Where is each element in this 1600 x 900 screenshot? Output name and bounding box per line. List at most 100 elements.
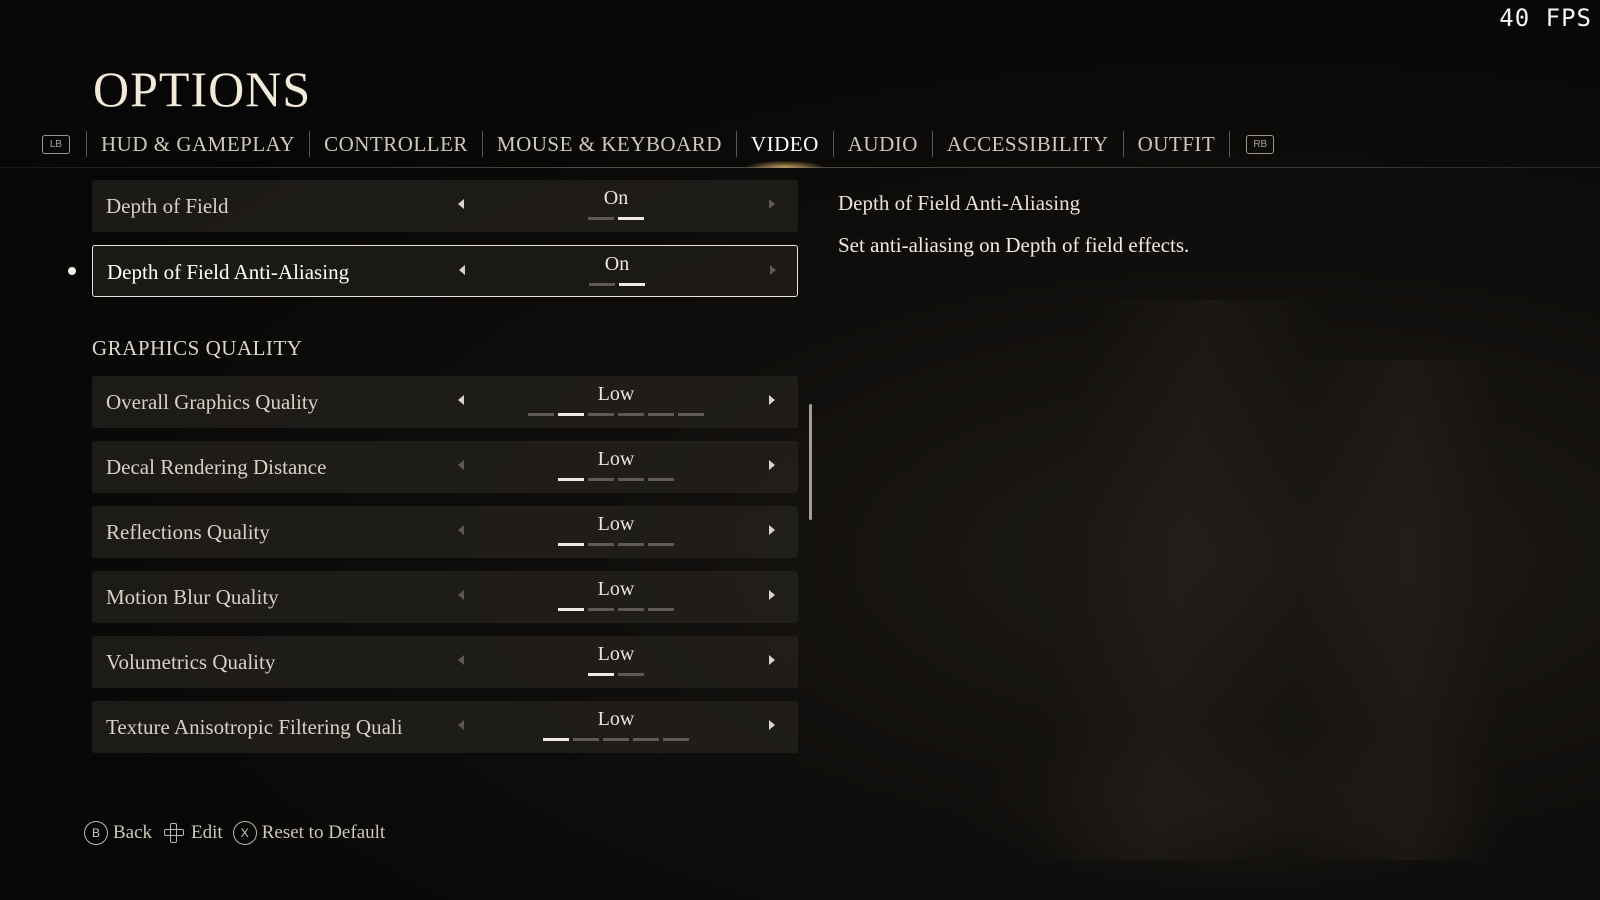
setting-value: Low <box>597 708 635 730</box>
tab-controller[interactable]: CONTROLLER <box>310 132 482 157</box>
value-pip <box>648 608 674 611</box>
value-pips <box>588 673 644 676</box>
arrow-left-icon[interactable] <box>458 460 464 470</box>
value-pip <box>619 283 645 286</box>
arrow-left-icon[interactable] <box>458 590 464 600</box>
setting-value: Low <box>597 643 635 665</box>
rb-bumper-icon[interactable]: RB <box>1246 134 1275 154</box>
value-pip <box>603 738 629 741</box>
edit-prompt[interactable]: Edit <box>162 821 223 845</box>
value-pip <box>618 608 644 611</box>
setting-label: Volumetrics Quality <box>106 650 276 674</box>
value-pip <box>663 738 689 741</box>
tab-outfit[interactable]: OUTFIT <box>1124 132 1230 157</box>
setting-value: Low <box>597 513 635 535</box>
button-prompts: B Back Edit X Reset to Default <box>84 820 395 846</box>
arrow-right-icon[interactable] <box>769 199 775 209</box>
page-title: OPTIONS <box>93 61 312 117</box>
edit-label: Edit <box>191 822 223 843</box>
setting-label: Depth of Field Anti-Aliasing <box>107 260 350 284</box>
tab-separator <box>1229 131 1231 157</box>
arrow-right-icon[interactable] <box>769 525 775 535</box>
tab-video[interactable]: VIDEO <box>737 132 833 168</box>
setting-row-decal-rendering-distance[interactable]: Decal Rendering Distance Low <box>92 441 798 493</box>
value-pip <box>558 478 584 481</box>
value-pip <box>588 217 614 220</box>
x-button-icon: X <box>232 821 257 845</box>
reset-label: Reset to Default <box>261 822 386 843</box>
setting-row-reflections-quality[interactable]: Reflections Quality Low <box>92 506 798 558</box>
value-pips <box>558 478 674 481</box>
value-pips <box>558 543 674 546</box>
value-pip <box>588 478 614 481</box>
arrow-right-icon[interactable] <box>769 460 775 470</box>
value-pip <box>648 478 674 481</box>
setting-value: Low <box>597 578 635 600</box>
value-pips <box>588 217 644 220</box>
arrow-left-icon[interactable] <box>458 655 464 665</box>
tab-bar: LB HUD & GAMEPLAY CONTROLLER MOUSE & KEY… <box>42 128 1275 168</box>
scrollbar[interactable] <box>809 404 812 520</box>
back-prompt[interactable]: B Back <box>84 821 152 845</box>
tab-mouse-keyboard[interactable]: MOUSE & KEYBOARD <box>483 132 736 157</box>
b-button-icon: B <box>84 821 108 845</box>
value-pip <box>588 608 614 611</box>
back-label: Back <box>113 822 153 843</box>
description-title: Depth of Field Anti-Aliasing <box>838 191 1081 215</box>
arrow-right-icon[interactable] <box>770 265 776 275</box>
value-pip <box>558 413 584 416</box>
value-pips <box>558 608 674 611</box>
value-pip <box>588 413 614 416</box>
arrow-left-icon[interactable] <box>458 199 464 209</box>
setting-value: Low <box>597 448 635 470</box>
setting-row-volumetrics-quality[interactable]: Volumetrics Quality Low <box>92 636 798 688</box>
value-pip <box>618 478 644 481</box>
background-glow <box>960 720 1520 900</box>
value-pip <box>618 673 644 676</box>
value-pip <box>588 673 614 676</box>
setting-value: On <box>604 253 630 275</box>
setting-row-depth-of-field-anti-aliasing[interactable]: Depth of Field Anti-Aliasing On <box>92 245 798 297</box>
value-pip <box>618 543 644 546</box>
arrow-right-icon[interactable] <box>769 590 775 600</box>
background-glow <box>1300 360 1500 860</box>
setting-row-depth-of-field[interactable]: Depth of Field On <box>92 180 798 232</box>
arrow-left-icon[interactable] <box>458 525 464 535</box>
value-pip <box>528 413 554 416</box>
value-pips <box>543 738 689 741</box>
arrow-left-icon[interactable] <box>458 720 464 730</box>
arrow-right-icon[interactable] <box>769 655 775 665</box>
setting-label: Reflections Quality <box>106 520 270 544</box>
section-heading: GRAPHICS QUALITY <box>92 336 303 360</box>
reset-prompt[interactable]: X Reset to Default <box>232 821 386 845</box>
value-pips <box>528 413 704 416</box>
arrow-left-icon[interactable] <box>459 265 465 275</box>
setting-label: Overall Graphics Quality <box>106 390 319 414</box>
value-pip <box>588 543 614 546</box>
tab-divider <box>0 167 1600 168</box>
arrow-right-icon[interactable] <box>769 720 775 730</box>
tab-audio[interactable]: AUDIO <box>834 132 932 157</box>
setting-row-overall-graphics-quality[interactable]: Overall Graphics Quality Low <box>92 376 798 428</box>
value-pip <box>648 413 674 416</box>
value-pip <box>633 738 659 741</box>
value-pip <box>558 608 584 611</box>
arrow-left-icon[interactable] <box>458 395 464 405</box>
setting-label: Motion Blur Quality <box>106 585 279 609</box>
fps-counter: 40 FPS <box>1499 4 1592 32</box>
value-pip <box>543 738 569 741</box>
tab-accessibility[interactable]: ACCESSIBILITY <box>933 132 1123 157</box>
setting-row-texture-anisotropic-filtering[interactable]: Texture Anisotropic Filtering Quali Low <box>92 701 798 753</box>
setting-row-motion-blur-quality[interactable]: Motion Blur Quality Low <box>92 571 798 623</box>
background-glow <box>1030 300 1330 860</box>
arrow-right-icon[interactable] <box>769 395 775 405</box>
value-pip <box>618 217 644 220</box>
setting-label: Depth of Field <box>106 194 229 218</box>
setting-label: Texture Anisotropic Filtering Quali <box>106 715 403 739</box>
tab-hud-gameplay[interactable]: HUD & GAMEPLAY <box>87 132 309 157</box>
value-pip <box>573 738 599 741</box>
lb-bumper-icon[interactable]: LB <box>42 134 70 154</box>
value-pip <box>648 543 674 546</box>
description-body: Set anti-aliasing on Depth of field effe… <box>838 233 1190 257</box>
value-pips <box>589 283 645 286</box>
